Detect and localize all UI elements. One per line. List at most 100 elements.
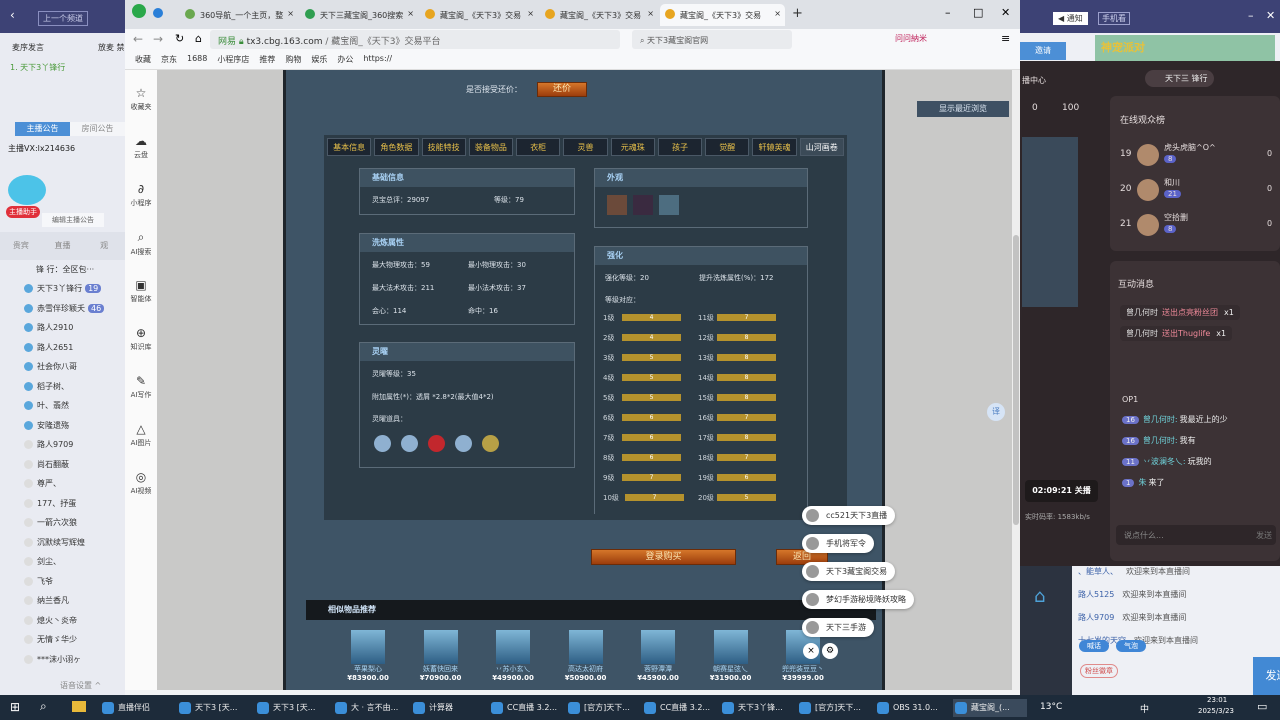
menu-icon[interactable]: ≡	[1001, 32, 1010, 45]
bookmark-item[interactable]: 办公	[337, 54, 353, 65]
event-banner[interactable]: 神宠派对	[1095, 35, 1275, 61]
viewer-item[interactable]: 赤雪伴珍颖夭 46	[8, 303, 105, 314]
sidebar-item[interactable]: △ AI图片	[125, 422, 157, 448]
lingyao-item-icon[interactable]	[401, 435, 418, 452]
similar-item[interactable]: 苹果梨心 ¥83900.00	[333, 630, 403, 682]
fan-badge-button[interactable]: 粉丝徽章	[1080, 664, 1118, 678]
taskbar-app[interactable]: [官方]天下...	[797, 699, 871, 717]
viewer-avatar[interactable]	[1137, 214, 1159, 236]
clock-date[interactable]: 2025/3/23	[1198, 707, 1234, 715]
similar-item[interactable]: 高达太初府 ¥50900.00	[551, 630, 621, 682]
center-label[interactable]: 播中心	[1022, 75, 1046, 86]
viewer-item[interactable]: 177、抒蛋	[8, 498, 76, 509]
taskbar-app[interactable]: CC直播 3.2...	[642, 699, 716, 717]
ai-assistant-button[interactable]: 问问納米	[895, 33, 927, 44]
viewer-name[interactable]: 空拾删	[1164, 212, 1188, 223]
appearance-item-icon[interactable]	[659, 195, 679, 215]
file-explorer-icon[interactable]	[72, 701, 86, 712]
bookmark-item[interactable]: 小程序店	[217, 54, 249, 65]
mic-control[interactable]: 放麦 禁	[98, 42, 125, 53]
viewer-item[interactable]: 尊严、	[8, 478, 61, 489]
viewer-name[interactable]: 虎头虎脑^O^	[1164, 142, 1216, 153]
search-input[interactable]: ⌕ 天下3藏宝阁官网	[632, 30, 792, 49]
shop-icon[interactable]: ⌂	[1034, 586, 1045, 607]
bookmark-item[interactable]: 1688	[187, 54, 207, 65]
sidebar-item[interactable]: ✎ AI写作	[125, 374, 157, 400]
detail-tab[interactable]: 装备物品	[468, 138, 514, 156]
detail-tab[interactable]: 山河画卷	[799, 138, 844, 156]
taskbar-app[interactable]: 计算器	[411, 699, 485, 717]
suggestion-chip[interactable]: 天下3藏宝阁交易	[802, 562, 896, 581]
viewer-item[interactable]: 路人9709	[8, 439, 73, 450]
page-scrollbar[interactable]	[1012, 70, 1020, 690]
tab-audience[interactable]: 观	[83, 232, 125, 260]
taskbar-app[interactable]: 天下3丫锋...	[720, 699, 794, 717]
detail-tab[interactable]: 角色数据	[374, 138, 419, 156]
viewer-item[interactable]: 尚石翻蔽	[8, 459, 69, 470]
maximize-button[interactable]: □	[973, 6, 983, 19]
chat-input[interactable]: 说点什么... 发送	[1116, 525, 1276, 545]
viewer-item[interactable]: ***沫小诩ヶ	[8, 654, 81, 665]
taskbar-app[interactable]: 天下3 [天...	[177, 699, 251, 717]
viewer-name[interactable]: 和川	[1164, 177, 1180, 188]
similar-item[interactable]: 朝赛星弦乀 ¥31900.00	[696, 630, 766, 682]
counter-offer-button[interactable]: 还价	[537, 82, 587, 97]
detail-tab[interactable]: 轩辕英魂	[752, 138, 797, 156]
close-tab-icon[interactable]: ×	[527, 9, 534, 18]
viewer-item[interactable]: 路人2910	[8, 322, 73, 333]
clock-time[interactable]: 23:01	[1207, 696, 1227, 704]
scrollbar-thumb[interactable]	[1013, 235, 1019, 525]
viewer-item[interactable]: 飞爷	[8, 576, 53, 587]
viewer-item[interactable]: 熄火丶炎帝	[8, 615, 77, 626]
taskbar-app[interactable]: [官方]天下...	[566, 699, 640, 717]
viewer-item[interactable]: 纳兰香凡	[8, 595, 69, 606]
close-suggestions-icon[interactable]: ×	[803, 643, 819, 659]
detail-tab[interactable]: 衣柜	[516, 138, 561, 156]
browser-tab-active[interactable]: 藏宝阁_《天下3》交易 ×	[660, 4, 785, 26]
settings-icon[interactable]: ⚙	[822, 643, 838, 659]
welcome-user[interactable]: 路人9709	[1078, 613, 1114, 622]
close-button[interactable]: ✕	[1266, 9, 1275, 22]
viewer-avatar[interactable]	[1137, 144, 1159, 166]
taskbar-app[interactable]: CC直播 3.2...	[489, 699, 563, 717]
suggestion-chip[interactable]: 天下三手游	[802, 618, 874, 637]
forward-icon[interactable]: →	[153, 32, 163, 46]
detail-tab[interactable]: 技能特技	[421, 138, 466, 156]
viewer-item[interactable]: 沉默续写辉煌	[8, 537, 85, 548]
send-button[interactable]: 发送	[1253, 657, 1280, 695]
browser-tab[interactable]: 360导航_一个主页，整 ×	[180, 4, 298, 26]
sidebar-item[interactable]: ☁ 云盘	[125, 134, 157, 160]
suggestion-chip[interactable]: cc521天下3直播	[802, 506, 896, 525]
minimize-button[interactable]: –	[1248, 9, 1254, 22]
sidebar-item[interactable]: ∂ 小程序	[125, 182, 157, 208]
tab-live[interactable]: 直播	[42, 232, 84, 260]
mic-order-dropdown[interactable]: 麦序发言	[12, 42, 44, 53]
phone-view-button[interactable]: 手机看	[1098, 12, 1130, 25]
sidebar-item[interactable]: ▣ 智能体	[125, 278, 157, 304]
new-tab-button[interactable]: +	[792, 6, 803, 21]
bookmark-item[interactable]: 娱乐	[311, 54, 327, 65]
viewer-item[interactable]: 稻子树、	[8, 381, 69, 392]
telegram-icon[interactable]	[153, 8, 163, 18]
lingyao-item-icon[interactable]	[482, 435, 499, 452]
close-tab-icon[interactable]: ×	[647, 9, 654, 18]
close-tab-icon[interactable]: ×	[287, 9, 294, 18]
browser-tab[interactable]: 天下三藏宝阁_360搜索 ×	[300, 4, 418, 26]
bookmark-item[interactable]: 推荐	[259, 54, 275, 65]
home-icon[interactable]: ⌂	[195, 32, 202, 45]
suggestion-chip[interactable]: 手机将军令	[802, 534, 874, 553]
end-stream-button[interactable]: 02:09:21 关播	[1025, 480, 1098, 502]
bookmark-item[interactable]: https://	[363, 54, 392, 65]
close-tab-icon[interactable]: ×	[774, 9, 781, 18]
viewer-item[interactable]: 叶、翡然	[8, 400, 69, 411]
viewer-item[interactable]: 社会你八哥	[8, 361, 77, 372]
taskbar-app[interactable]: 天下3 [天...	[255, 699, 329, 717]
close-window-button[interactable]: ✕	[1001, 6, 1010, 19]
bubble-button[interactable]: 气泡	[1116, 640, 1146, 652]
minimize-button[interactable]: –	[945, 6, 951, 19]
weather[interactable]: 13°C	[1040, 702, 1062, 712]
detail-tab[interactable]: 灵兽	[563, 138, 608, 156]
edit-announcement-button[interactable]: 编辑主播公告	[42, 213, 104, 227]
welcome-user[interactable]: 、能草人、	[1078, 567, 1118, 576]
recent-views-button[interactable]: 显示最近浏览	[917, 101, 1009, 117]
